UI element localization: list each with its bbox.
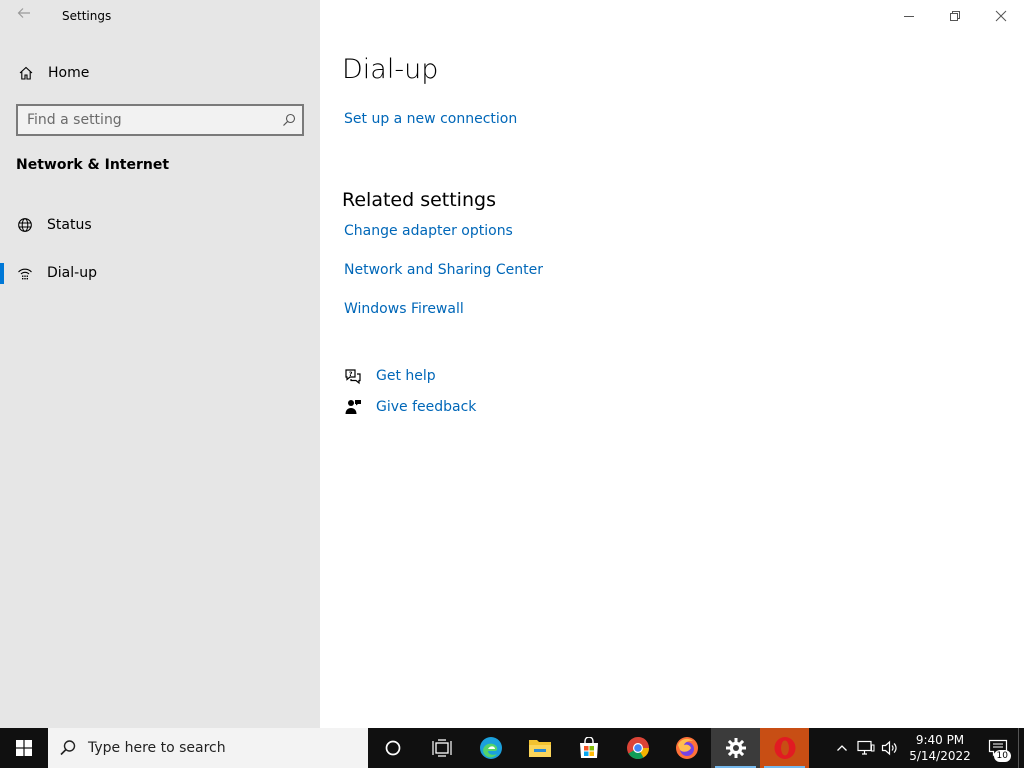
- minimize-icon: [904, 16, 914, 17]
- volume-tray-button[interactable]: [878, 728, 902, 768]
- chevron-up-icon: [837, 745, 847, 751]
- chrome-icon: [626, 737, 649, 759]
- cortana-button[interactable]: [368, 728, 417, 768]
- back-button[interactable]: [10, 4, 38, 28]
- close-icon: [995, 10, 1007, 22]
- give-feedback-link[interactable]: Give feedback: [376, 399, 476, 415]
- settings-button[interactable]: [711, 728, 760, 768]
- search-icon: [48, 739, 88, 757]
- page-title: Dial-up: [342, 54, 439, 85]
- windows-logo-icon: [16, 740, 32, 756]
- give-feedback-row[interactable]: Give feedback: [343, 397, 476, 417]
- section-title: Network & Internet: [16, 157, 170, 173]
- taskbar-search-placeholder: Type here to search: [88, 740, 226, 756]
- back-arrow-icon: [17, 8, 30, 18]
- network-sharing-center-link[interactable]: Network and Sharing Center: [344, 262, 543, 278]
- show-hidden-icons-button[interactable]: [830, 728, 854, 768]
- sidebar-item-dialup[interactable]: Dial-up: [0, 255, 320, 291]
- sidebar-item-home[interactable]: Home: [0, 58, 320, 88]
- clock-date: 5/14/2022: [909, 749, 971, 763]
- store-icon: [579, 737, 598, 758]
- svg-text:?: ?: [349, 370, 353, 378]
- firefox-icon: [675, 737, 698, 759]
- settings-sidebar: Settings Home Network & Internet Status …: [0, 0, 320, 728]
- task-view-icon: [431, 739, 452, 757]
- opera-button[interactable]: [760, 728, 809, 768]
- change-adapter-options-link[interactable]: Change adapter options: [344, 223, 513, 239]
- taskbar: Type here to search 9:40 PM 5/14/2022 10: [0, 728, 1024, 768]
- opera-icon: [774, 737, 795, 759]
- related-settings-heading: Related settings: [342, 189, 496, 211]
- sidebar-item-label: Status: [47, 217, 92, 233]
- sidebar-item-label: Dial-up: [47, 265, 97, 281]
- app-title: Settings: [62, 9, 112, 23]
- help-chat-icon: ?: [343, 366, 363, 386]
- firefox-button[interactable]: [662, 728, 711, 768]
- dialup-icon: [16, 264, 34, 282]
- windows-firewall-link[interactable]: Windows Firewall: [344, 301, 464, 317]
- setup-connection-link[interactable]: Set up a new connection: [344, 111, 517, 127]
- start-button[interactable]: [0, 728, 48, 768]
- speaker-icon: [881, 740, 897, 756]
- search-input[interactable]: [18, 112, 276, 128]
- feedback-person-icon: [343, 397, 363, 417]
- task-view-button[interactable]: [417, 728, 466, 768]
- sidebar-item-label: Home: [48, 65, 90, 81]
- edge-button[interactable]: [466, 728, 515, 768]
- action-center-button[interactable]: 10: [978, 728, 1018, 768]
- clock-time: 9:40 PM: [915, 733, 965, 747]
- minimize-button[interactable]: [886, 0, 932, 32]
- store-button[interactable]: [564, 728, 613, 768]
- taskbar-search-box[interactable]: Type here to search: [48, 728, 368, 768]
- sidebar-item-status[interactable]: Status: [0, 207, 320, 243]
- show-desktop-button[interactable]: [1018, 728, 1024, 768]
- home-icon: [17, 64, 35, 82]
- get-help-row[interactable]: ? Get help: [343, 366, 436, 386]
- search-icon[interactable]: [276, 106, 302, 134]
- notification-count-badge: 10: [993, 750, 1011, 762]
- network-tray-button[interactable]: [854, 728, 878, 768]
- system-tray: 9:40 PM 5/14/2022 10: [830, 728, 1024, 768]
- file-explorer-icon: [528, 740, 551, 757]
- cortana-icon: [385, 740, 400, 756]
- close-button[interactable]: [978, 0, 1024, 32]
- restore-button[interactable]: [932, 0, 978, 32]
- settings-icon: [725, 738, 746, 758]
- get-help-link[interactable]: Get help: [376, 368, 436, 384]
- network-wired-icon: [857, 740, 875, 755]
- chrome-button[interactable]: [613, 728, 662, 768]
- taskbar-clock[interactable]: 9:40 PM 5/14/2022: [902, 732, 978, 764]
- find-setting-search[interactable]: [16, 104, 304, 136]
- restore-icon: [950, 11, 960, 21]
- globe-icon: [16, 216, 34, 234]
- file-explorer-button[interactable]: [515, 728, 564, 768]
- edge-icon: [479, 737, 502, 759]
